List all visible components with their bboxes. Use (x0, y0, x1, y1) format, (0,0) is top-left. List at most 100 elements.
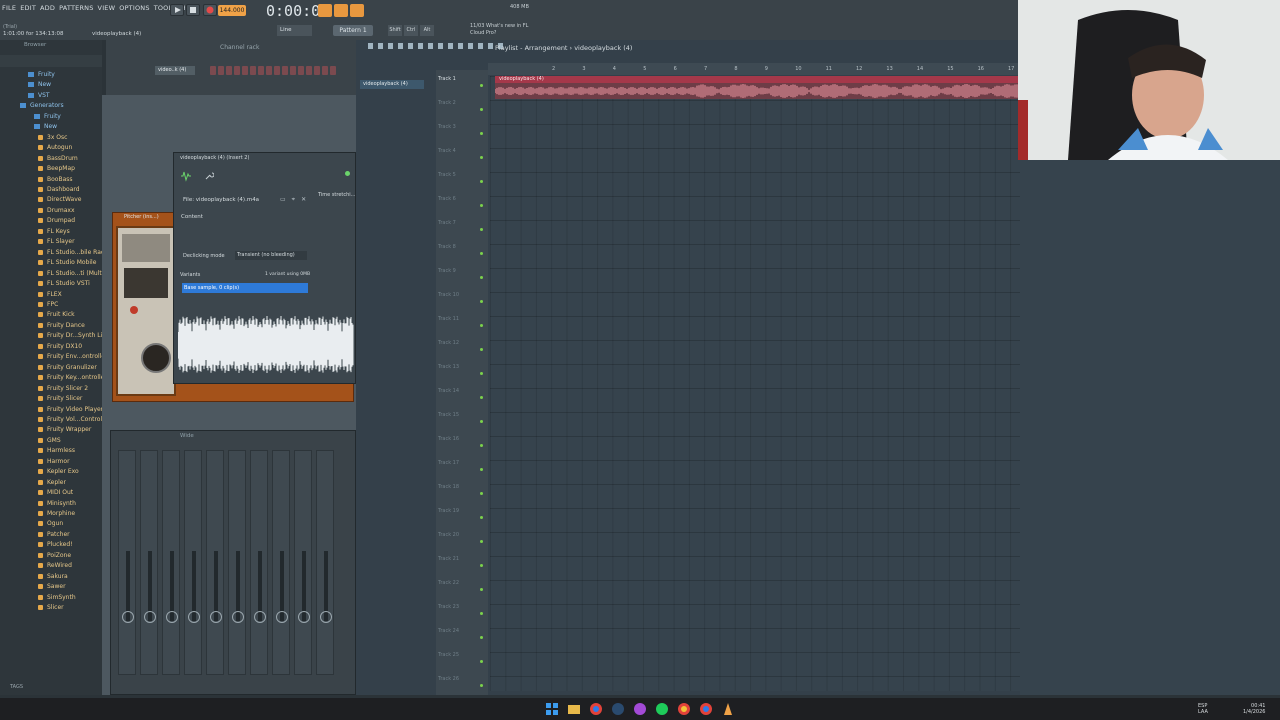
browser-item[interactable]: Harmor (6, 457, 110, 467)
mixer-strip[interactable] (316, 450, 334, 675)
browser-item[interactable]: DirectWave (6, 195, 110, 205)
track-led[interactable] (480, 420, 483, 423)
track-led[interactable] (480, 132, 483, 135)
track-led[interactable] (480, 516, 483, 519)
track-label[interactable]: Track 6 (438, 196, 456, 202)
clock[interactable]: 00:41 1/4/2026 (1243, 703, 1265, 715)
shift-key-button[interactable]: Shift (388, 25, 402, 36)
track-led[interactable] (480, 396, 483, 399)
language-indicator[interactable]: ESP LAA (1198, 703, 1208, 715)
chrome-icon[interactable] (677, 702, 691, 716)
browser-item[interactable]: FL Studio...bile Rack (6, 248, 110, 258)
wrench-icon[interactable] (204, 171, 215, 183)
step-button[interactable] (322, 66, 328, 75)
browser-item[interactable]: Kepler (6, 478, 110, 488)
pattern-picker-item[interactable]: videoplayback (4) (360, 80, 424, 89)
timeline-ruler[interactable]: 2 3 4 5 6 7 8 9 10 11 12 13 14 15 16 17 (488, 63, 1018, 75)
tool-icon[interactable] (378, 43, 383, 49)
tool-icon[interactable] (368, 43, 373, 49)
record-mode-buttons[interactable] (318, 4, 364, 17)
browser-toolbar[interactable] (0, 55, 102, 67)
tool-icon[interactable] (408, 43, 413, 49)
step-button[interactable] (218, 66, 224, 75)
browser-item[interactable]: Slicer (6, 603, 110, 613)
enable-led[interactable] (345, 171, 350, 176)
track-label[interactable]: Track 24 (438, 628, 459, 634)
declick-select[interactable]: Transient (no bleeding) (235, 251, 307, 260)
fl-studio-icon[interactable] (721, 702, 735, 716)
step-sequencer[interactable] (210, 66, 336, 75)
browser-item[interactable]: MIDI Out (6, 488, 110, 498)
tool-icon[interactable] (438, 43, 443, 49)
mixer-strip[interactable] (184, 450, 202, 675)
step-button[interactable] (234, 66, 240, 75)
browser-item[interactable]: Harmless (6, 446, 110, 456)
track-led[interactable] (480, 492, 483, 495)
track-led[interactable] (480, 276, 483, 279)
browser-item[interactable]: Kepler Exo (6, 467, 110, 477)
browser-item[interactable]: Dashboard (6, 185, 110, 195)
mixer-strip[interactable] (250, 450, 268, 675)
browser-item[interactable]: 3x Osc (6, 133, 110, 143)
menu-view[interactable]: VIEW (98, 4, 116, 12)
track-led[interactable] (480, 84, 483, 87)
browser-item[interactable]: ReWired (6, 561, 110, 571)
track-label[interactable]: Track 26 (438, 676, 459, 682)
mode-button[interactable] (334, 4, 348, 17)
track-led[interactable] (480, 636, 483, 639)
alt-key-button[interactable]: Alt (420, 25, 434, 36)
track-label[interactable]: Track 11 (438, 316, 459, 322)
track-label[interactable]: Track 18 (438, 484, 459, 490)
menu-add[interactable]: ADD (40, 4, 55, 12)
tool-icon[interactable] (458, 43, 463, 49)
track-label[interactable]: Track 25 (438, 652, 459, 658)
pan-knob[interactable] (166, 611, 178, 623)
track-led[interactable] (480, 372, 483, 375)
track-label[interactable]: Track 22 (438, 580, 459, 586)
browser-item[interactable]: FPC (6, 300, 110, 310)
tool-icon[interactable] (428, 43, 433, 49)
track-led[interactable] (480, 300, 483, 303)
tags-label[interactable]: TAGS (10, 684, 23, 690)
track-led[interactable] (480, 444, 483, 447)
browser-item[interactable]: Morphine (6, 509, 110, 519)
track-led[interactable] (480, 348, 483, 351)
taskbar-apps[interactable] (545, 702, 735, 716)
step-button[interactable] (330, 66, 336, 75)
browser-tree[interactable]: Fruity New VST Generators Fruity New 3x Osc Aut… (6, 70, 110, 614)
messenger-icon[interactable] (633, 702, 647, 716)
record-button[interactable] (203, 4, 217, 16)
browser-item[interactable]: Fruity Wrapper (6, 425, 110, 435)
browser-item[interactable]: Ogun (6, 519, 110, 529)
file-explorer-icon[interactable] (567, 702, 581, 716)
track-led[interactable] (480, 540, 483, 543)
step-button[interactable] (250, 66, 256, 75)
browser-item[interactable]: Fruity Dr...Synth Live (6, 331, 110, 341)
browser-item[interactable]: Fruity Granulizer (6, 363, 110, 373)
browser-item[interactable]: Fruit Kick (6, 310, 110, 320)
step-button[interactable] (274, 66, 280, 75)
browser-item[interactable]: BeepMap (6, 164, 110, 174)
pan-knob[interactable] (254, 611, 266, 623)
browser-item[interactable]: SimSynth (6, 593, 110, 603)
pan-knob[interactable] (144, 611, 156, 623)
track-label[interactable]: Track 2 (438, 100, 456, 106)
browser-item[interactable]: Fruity Video Player (6, 405, 110, 415)
pitcher-knobs[interactable] (118, 228, 174, 394)
snap-selector[interactable]: Line (277, 25, 312, 36)
menu-edit[interactable]: EDIT (20, 4, 36, 12)
track-led[interactable] (480, 660, 483, 663)
track-label[interactable]: Track 5 (438, 172, 456, 178)
track-label[interactable]: Track 20 (438, 532, 459, 538)
track-led[interactable] (480, 108, 483, 111)
tool-icon[interactable] (488, 43, 493, 49)
browser-item[interactable]: Drumaxx (6, 206, 110, 216)
browser-item[interactable]: Fruity (6, 70, 110, 80)
step-button[interactable] (210, 66, 216, 75)
browser-item[interactable]: FL Keys (6, 227, 110, 237)
track-led[interactable] (480, 612, 483, 615)
audio-clip-header[interactable]: videoplayback (4) (495, 76, 1020, 83)
track-led[interactable] (480, 588, 483, 591)
pan-knob[interactable] (320, 611, 332, 623)
track-led[interactable] (480, 468, 483, 471)
